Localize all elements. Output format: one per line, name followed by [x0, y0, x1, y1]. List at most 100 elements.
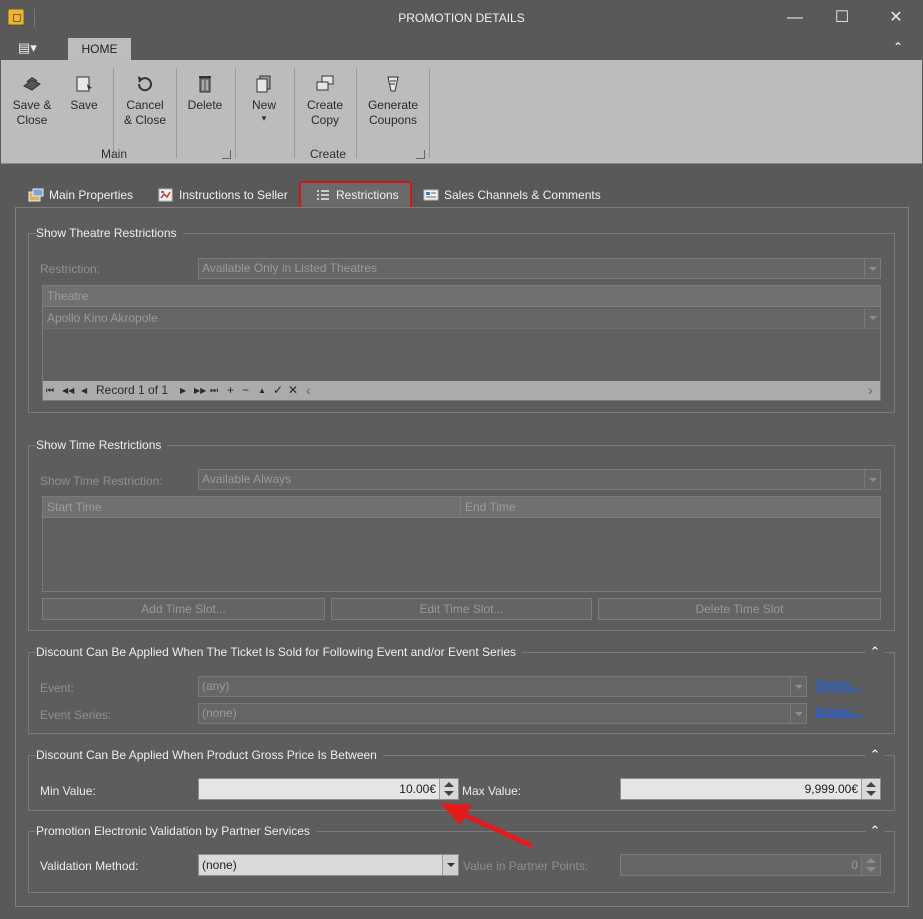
min-value-spinner[interactable]: 10.00€ [198, 778, 459, 800]
ribbon-separator [429, 68, 430, 158]
tab-main-properties[interactable]: Main Properties [28, 182, 133, 208]
spin-down-icon[interactable] [866, 867, 876, 872]
generate-coupons-button[interactable]: Generate Coupons [362, 68, 424, 138]
spin-up-icon[interactable] [866, 782, 876, 787]
close-button[interactable]: ✕ [881, 6, 911, 30]
group-price-title: Discount Can Be Applied When Product Gro… [36, 748, 383, 762]
create-copy-icon [316, 75, 334, 91]
tab-instructions-to-seller[interactable]: Instructions to Seller [158, 182, 288, 208]
ribbon-separator [356, 68, 357, 158]
tab-instructions-label: Instructions to Seller [179, 188, 288, 202]
event-series-combo[interactable]: (none) [198, 703, 807, 724]
ribbon-separator [235, 68, 236, 158]
arrow-annotation [440, 803, 533, 848]
spin-up-icon[interactable] [444, 782, 454, 787]
prev-page-button[interactable]: ◀◀ [62, 381, 74, 400]
spin-down-icon[interactable] [866, 791, 876, 796]
generate-coupons-icon [387, 76, 399, 92]
new-button[interactable]: New ▾ [244, 68, 284, 138]
ribbon-separator [113, 68, 114, 158]
theatre-grid-header[interactable]: Theatre [43, 286, 880, 307]
group-event-title: Discount Can Be Applied When The Ticket … [36, 645, 523, 659]
validation-method-combo[interactable]: (none) [198, 854, 459, 876]
app-menu-button[interactable]: ▤▾ [18, 40, 46, 58]
max-value-spinner[interactable]: 9,999.00€ [620, 778, 881, 800]
delete-label: Delete [187, 98, 223, 112]
time-restriction-label: Show Time Restriction: [40, 474, 163, 488]
time-restriction-value: Available Always [202, 472, 292, 486]
group-theatre-title: Show Theatre Restrictions [36, 226, 183, 240]
cancel-close-button[interactable]: Cancel & Close [121, 68, 169, 138]
add-time-slot-button[interactable]: Add Time Slot... [42, 598, 325, 620]
delete-button[interactable]: Delete [183, 68, 227, 138]
spin-buttons[interactable] [861, 855, 880, 875]
max-value-text: 9,999.00€ [804, 782, 858, 796]
save-close-label: Save & Close [12, 98, 52, 127]
chevron-down-icon[interactable] [790, 704, 806, 723]
chevron-down-icon[interactable] [864, 259, 880, 278]
spin-up-icon[interactable] [866, 858, 876, 863]
scroll-left-button[interactable]: ‹ [306, 381, 311, 400]
remove-record-button[interactable]: − [242, 381, 249, 400]
group-launcher-main[interactable] [222, 150, 231, 159]
first-record-button[interactable]: ⏮ [46, 381, 54, 400]
chevron-up-icon[interactable]: ⌃ [866, 644, 884, 660]
tab-sales-channels-comments[interactable]: Sales Channels & Comments [423, 182, 601, 208]
ribbon-separator [176, 68, 177, 158]
group-label-create: Create [309, 147, 347, 161]
group-validation-title: Promotion Electronic Validation by Partn… [36, 824, 316, 838]
record-navigator: ⏮ ◀◀ ◀ Record 1 of 1 ▶ ▶▶ ⏭ + − ▲ ✓ ✕ ‹ … [43, 381, 880, 400]
event-series-details-link[interactable]: Details... [815, 705, 862, 719]
chevron-up-icon[interactable]: ⌃ [866, 823, 884, 839]
edit-record-button[interactable]: ▲ [258, 381, 266, 400]
event-details-link[interactable]: Details... [815, 678, 862, 692]
main-properties-icon [28, 188, 44, 202]
delete-icon [199, 76, 211, 93]
min-value-text: 10.00€ [399, 782, 436, 796]
tab-sales-channels-label: Sales Channels & Comments [444, 188, 601, 202]
scroll-right-button[interactable]: › [868, 381, 873, 400]
partner-points-spinner[interactable]: 0 [620, 854, 881, 876]
new-dropdown-arrow: ▾ [261, 113, 267, 123]
cancel-edit-button[interactable]: ✕ [288, 381, 298, 400]
next-page-button[interactable]: ▶▶ [194, 381, 206, 400]
time-restriction-combo[interactable]: Available Always [198, 469, 881, 490]
event-combo[interactable]: (any) [198, 676, 807, 697]
restriction-combo-value: Available Only in Listed Theatres [202, 261, 377, 275]
group-time-title: Show Time Restrictions [36, 438, 168, 452]
create-copy-button[interactable]: Create Copy [301, 68, 349, 138]
add-record-button[interactable]: + [227, 381, 234, 400]
table-row[interactable]: Apollo Kino Akropole [43, 308, 880, 329]
group-launcher-create[interactable] [416, 150, 425, 159]
last-record-button[interactable]: ⏭ [210, 381, 218, 400]
cancel-close-icon [137, 76, 152, 92]
chevron-down-icon[interactable] [864, 308, 880, 328]
save-close-button[interactable]: Save & Close [8, 68, 56, 138]
delete-time-slot-button[interactable]: Delete Time Slot [598, 598, 881, 620]
tab-restrictions[interactable]: Restrictions [315, 182, 399, 208]
minimize-button[interactable]: — [780, 6, 810, 30]
accept-edit-button[interactable]: ✓ [273, 381, 283, 400]
restriction-label: Restriction: [40, 262, 101, 276]
edit-time-slot-button[interactable]: Edit Time Slot... [331, 598, 592, 620]
generate-coupons-label: Generate Coupons [367, 98, 419, 127]
event-series-value: (none) [202, 706, 237, 720]
end-time-header[interactable]: End Time [461, 497, 880, 518]
chevron-up-icon[interactable]: ⌃ [866, 747, 884, 763]
ribbon-separator [294, 68, 295, 158]
maximize-button[interactable]: ☐ [827, 6, 857, 30]
tab-home[interactable]: HOME [68, 38, 131, 60]
chevron-down-icon[interactable] [790, 677, 806, 696]
event-combo-value: (any) [202, 679, 230, 693]
start-time-header[interactable]: Start Time [43, 497, 461, 518]
spin-buttons[interactable] [861, 779, 880, 799]
chevron-down-icon[interactable] [442, 855, 458, 875]
save-button[interactable]: Save [64, 68, 104, 138]
next-record-button[interactable]: ▶ [180, 381, 186, 400]
restriction-combo[interactable]: Available Only in Listed Theatres [198, 258, 881, 279]
tab-main-properties-label: Main Properties [49, 188, 134, 202]
chevron-down-icon[interactable] [864, 470, 880, 489]
collapse-ribbon-button[interactable]: ⌃ [890, 40, 906, 56]
prev-record-button[interactable]: ◀ [81, 381, 87, 400]
create-copy-label: Create Copy [306, 98, 344, 127]
